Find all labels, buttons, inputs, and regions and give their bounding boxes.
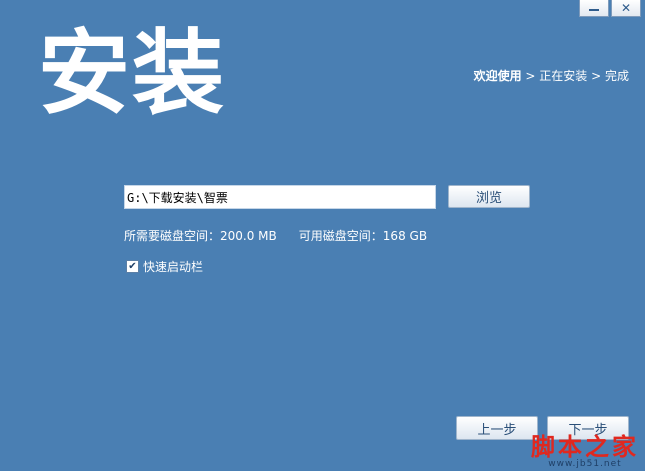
quick-launch-option[interactable]: ✔ 快速启动栏 <box>126 258 203 275</box>
checkmark-icon: ✔ <box>128 260 137 272</box>
watermark-url: www.jb51.net <box>548 459 622 469</box>
quick-launch-label: 快速启动栏 <box>143 260 204 274</box>
breadcrumb: 欢迎使用 > 正在安装 > 完成 <box>474 67 629 84</box>
page-title: 安装 <box>38 20 227 127</box>
watermark: 脚本之家 www.jb51.net <box>531 435 639 469</box>
available-space-value: 168 GB <box>382 229 428 243</box>
install-path-input[interactable] <box>124 185 436 209</box>
breadcrumb-separator: > <box>587 69 605 83</box>
available-space-label: 可用磁盘空间： <box>298 229 383 243</box>
minimize-icon <box>589 9 599 11</box>
close-icon: ✕ <box>620 1 632 15</box>
disk-space-info: 所需要磁盘空间：200.0 MB 可用磁盘空间：168 GB <box>124 227 427 244</box>
previous-step-button[interactable]: 上一步 <box>456 416 538 440</box>
breadcrumb-step-welcome: 欢迎使用 <box>473 69 522 83</box>
quick-launch-checkbox[interactable]: ✔ <box>126 260 139 273</box>
close-button[interactable]: ✕ <box>611 0 641 17</box>
breadcrumb-separator: > <box>521 69 540 83</box>
minimize-button[interactable] <box>579 0 609 17</box>
required-space-label: 所需要磁盘空间： <box>124 229 221 243</box>
window-controls: ✕ <box>577 0 641 19</box>
required-space-value: 200.0 MB <box>220 229 277 243</box>
breadcrumb-step-installing: 正在安装 <box>539 69 588 83</box>
watermark-logo-text: 脚本之家 <box>531 432 639 461</box>
browse-button[interactable]: 浏览 <box>448 185 530 208</box>
breadcrumb-step-complete: 完成 <box>604 69 629 83</box>
